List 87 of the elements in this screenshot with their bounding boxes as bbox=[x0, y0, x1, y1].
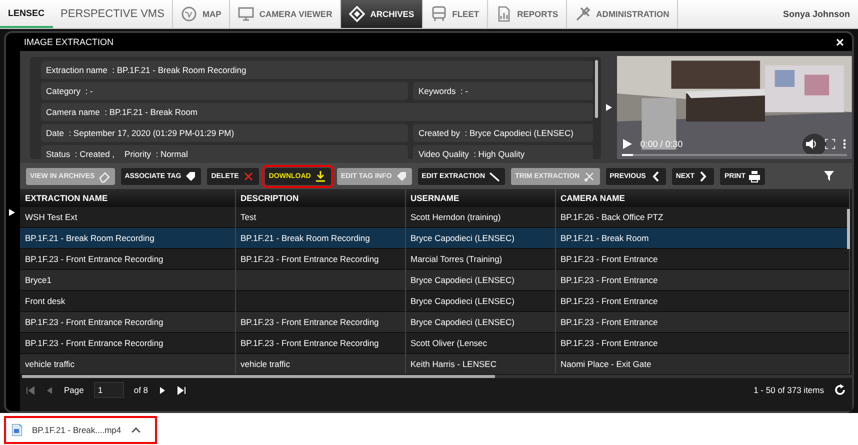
previous-page-icon[interactable] bbox=[45, 386, 54, 394]
table-cell: Test bbox=[235, 206, 405, 228]
scissors-icon bbox=[582, 170, 596, 182]
nav-icon bbox=[181, 6, 198, 22]
more-icon[interactable] bbox=[843, 139, 846, 149]
play-icon[interactable] bbox=[623, 139, 632, 149]
scrollbar[interactable] bbox=[22, 375, 496, 378]
product-name: PERSPECTIVE VMS bbox=[52, 0, 174, 28]
table-cell: BP.1F.23 - Front Entrance bbox=[555, 248, 850, 270]
last-page-icon[interactable] bbox=[177, 386, 186, 394]
item-count: 1 - 50 of 373 items bbox=[754, 385, 824, 395]
table-cell: BP.1F.26 - Back Office PTZ bbox=[555, 206, 850, 228]
user-name[interactable]: Sonya Johnson bbox=[782, 0, 858, 28]
nav-icon bbox=[349, 6, 366, 22]
table-cell: BP.1F.23 - Front Entrance bbox=[555, 332, 850, 354]
column-header[interactable]: EXTRACTION NAME bbox=[20, 189, 235, 206]
nav-tab[interactable]: FLEET bbox=[423, 0, 488, 28]
table-cell: BP.1F.23 - Front Entrance Recording bbox=[20, 332, 235, 354]
eraser-icon bbox=[98, 170, 111, 182]
table-cell: WSH Test Ext bbox=[20, 206, 235, 228]
download-item[interactable]: BP.1F.21 - Break....mp4 bbox=[4, 416, 158, 444]
file-name: BP.1F.21 - Break....mp4 bbox=[32, 424, 122, 434]
info-text: Status : Created , bbox=[46, 149, 115, 159]
table-cell: Bryce1 bbox=[20, 270, 235, 290]
table-cell: BP.1F.21 - Break Room bbox=[555, 228, 850, 248]
table-cell: vehicle traffic bbox=[235, 354, 405, 374]
table-cell: BP.1F.23 - Front Entrance Recording bbox=[20, 312, 235, 332]
table-cell: Front desk bbox=[20, 290, 235, 312]
scrollbar[interactable] bbox=[595, 60, 598, 118]
nav-icon bbox=[496, 6, 512, 22]
page-field[interactable]: 1 bbox=[94, 382, 124, 398]
table-cell: BP.1F.23 - Front Entrance Recording bbox=[235, 332, 405, 354]
column-header[interactable]: DESCRIPTION bbox=[235, 189, 405, 206]
fullscreen-icon[interactable] bbox=[825, 139, 835, 149]
table-cell: BP.1F.21 - Break Room Recording bbox=[20, 228, 235, 248]
filter-icon[interactable] bbox=[824, 171, 834, 181]
nav-icon bbox=[238, 6, 254, 22]
table-cell: BP.1F.21 - Break Room Recording bbox=[235, 228, 405, 248]
table-cell: BP.1F.23 - Front Entrance Recording bbox=[20, 248, 235, 270]
nav-tab[interactable]: ADMINISTRATION bbox=[567, 0, 678, 28]
table-cell: Bryce Capodieci (LENSEC) bbox=[405, 290, 555, 312]
table-cell: Naomi Place - Exit Gate bbox=[555, 354, 850, 374]
table-cell: Scott Oliver (Lensec bbox=[405, 332, 555, 354]
table-cell: BP.1F.23 - Front Entrance Recording bbox=[235, 248, 405, 270]
table-cell: Keith Harris - LENSEC bbox=[405, 354, 555, 374]
tag-icon bbox=[184, 170, 198, 182]
info-text: Date : September 17, 2020 (01:29 PM-01:29 PM) bbox=[46, 128, 234, 138]
nav-tab[interactable]: MAP bbox=[173, 0, 230, 28]
info-text: Camera name : BP.1F.21 - Break Room bbox=[46, 107, 198, 117]
close-button[interactable]: × bbox=[836, 34, 844, 50]
scrollbar[interactable] bbox=[847, 209, 850, 249]
table-cell: Bryce Capodieci (LENSEC) bbox=[405, 228, 555, 248]
info-text: Created by : Bryce Capodieci (LENSEC) bbox=[418, 128, 574, 138]
table-cell: BP.1F.23 - Front Entrance bbox=[555, 270, 850, 290]
printer-icon bbox=[748, 170, 762, 182]
info-text: Extraction name : BP.1F.21 - Break Room Recording bbox=[46, 65, 246, 75]
first-page-icon[interactable] bbox=[26, 386, 35, 394]
page-label: Page bbox=[64, 385, 84, 395]
table-cell: Bryce Capodieci (LENSEC) bbox=[405, 270, 555, 290]
table-cell: vehicle traffic bbox=[20, 354, 235, 374]
table-cell: BP.1F.23 - Front Entrance bbox=[555, 290, 850, 312]
tag-icon bbox=[394, 170, 408, 182]
refresh-icon[interactable] bbox=[834, 384, 846, 396]
info-text: Priority : Normal bbox=[124, 149, 188, 159]
column-header[interactable]: CAMERA NAME bbox=[555, 189, 850, 206]
volume-icon[interactable] bbox=[806, 139, 817, 149]
expand-arrow-icon[interactable] bbox=[606, 104, 612, 110]
nav-icon bbox=[575, 6, 592, 22]
nav-tab[interactable]: REPORTS bbox=[488, 0, 568, 28]
info-text: Category : - bbox=[46, 86, 93, 96]
table-cell: Scott Herndon (training) bbox=[405, 206, 555, 228]
nav-tab[interactable]: ARCHIVES bbox=[341, 0, 424, 28]
table-cell: Bryce Capodieci (LENSEC) bbox=[405, 312, 555, 332]
nav-icon bbox=[431, 6, 448, 22]
table-cell: BP.1F.23 - Front Entrance bbox=[555, 312, 850, 332]
window-title: IMAGE EXTRACTION bbox=[24, 37, 114, 47]
expand-arrow-icon[interactable] bbox=[9, 209, 15, 216]
column-header[interactable]: USERNAME bbox=[405, 189, 555, 206]
info-text: Video Quality : High Quality bbox=[418, 149, 525, 159]
next-page-icon[interactable] bbox=[158, 386, 168, 394]
table-cell: BP.1F.23 - Front Entrance Recording bbox=[235, 312, 405, 332]
file-icon bbox=[12, 424, 22, 436]
table-cell: Marcial Torres (Training) bbox=[405, 248, 555, 270]
cross-icon bbox=[242, 170, 255, 182]
page-count: of 8 bbox=[134, 385, 148, 395]
download-icon bbox=[314, 170, 327, 182]
info-text: Keywords : - bbox=[418, 86, 468, 96]
